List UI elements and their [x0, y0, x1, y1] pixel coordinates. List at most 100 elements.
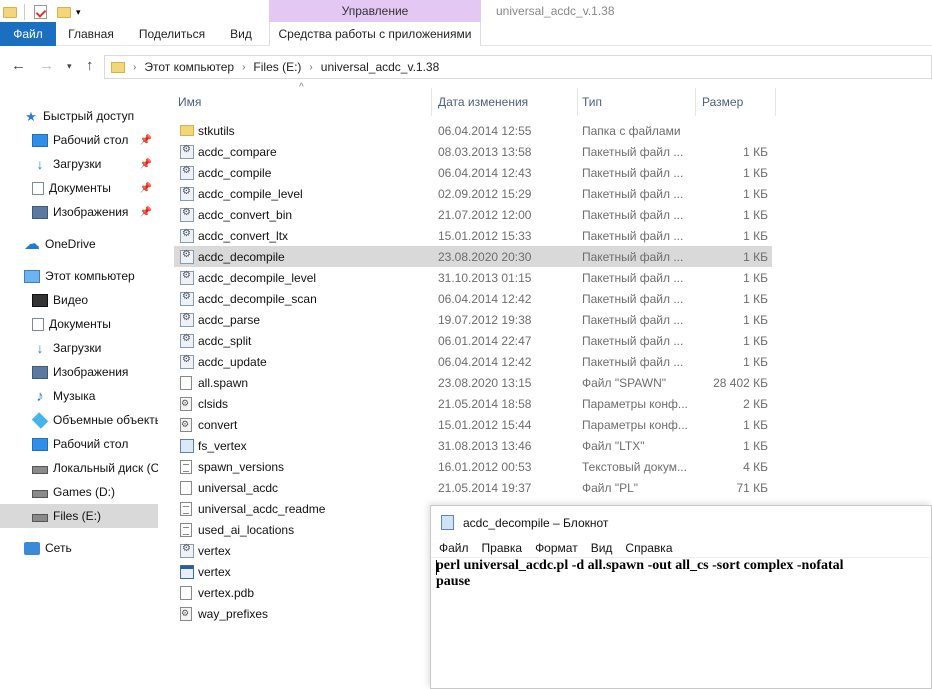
notepad-title: acdc_decompile – Блокнот	[463, 515, 609, 530]
sidebar-item-quick-access[interactable]: ★ Быстрый доступ	[0, 104, 158, 128]
sidebar-item-pictures[interactable]: Изображения	[0, 360, 158, 384]
customize-quick-access-icon[interactable]: ▾	[76, 3, 81, 21]
column-header-type[interactable]: Тип	[578, 88, 696, 116]
tab-home[interactable]: Главная	[60, 22, 122, 46]
sidebar-item-desktop[interactable]: Рабочий стол	[0, 432, 158, 456]
file-row[interactable]: acdc_split 06.01.2014 22:47 Пакетный файл …	[174, 330, 772, 351]
file-row[interactable]: clsids 21.05.2014 18:58 Параметры конф... 2…	[174, 393, 772, 414]
file-type: Пакетный файл ...	[582, 291, 684, 306]
file-row[interactable]: acdc_compare 08.03.2013 13:58 Пакетный фай…	[174, 141, 772, 162]
quick-access-folder-icon[interactable]	[3, 3, 17, 21]
sidebar-item-label: Музыка	[53, 389, 96, 403]
breadcrumb-chevron-icon[interactable]: ›	[309, 62, 312, 73]
file-row[interactable]: acdc_decompile_level 31.10.2013 01:15 Паке…	[174, 267, 772, 288]
menu-view[interactable]: Вид	[591, 541, 613, 555]
folder-icon	[180, 125, 194, 136]
file-row[interactable]: stkutils 06.04.2014 12:55 Папка с файлами	[174, 120, 772, 141]
breadcrumb-chevron-icon[interactable]: ›	[242, 62, 245, 73]
file-row[interactable]: spawn_versions 16.01.2012 00:53 Текстовый …	[174, 456, 772, 477]
breadcrumb-current-folder[interactable]: universal_acdc_v.1.38	[321, 60, 440, 74]
sidebar-item-drive-c[interactable]: Локальный диск (C:)	[0, 456, 158, 480]
sidebar-item-3d-objects[interactable]: Объемные объекты	[0, 408, 158, 432]
tab-application-tools[interactable]: Средства работы с приложениями	[269, 22, 481, 46]
file-row[interactable]: fs_vertex 31.08.2013 13:46 Файл "LTX" 1 КБ	[174, 435, 772, 456]
sidebar-item-label: Рабочий стол	[53, 133, 129, 147]
menu-format[interactable]: Формат	[535, 541, 578, 555]
sidebar-item-videos[interactable]: Видео	[0, 288, 158, 312]
sidebar-item-label: Этот компьютер	[45, 269, 135, 283]
file-size: 1 КБ	[743, 438, 768, 453]
file-name: acdc_compile	[198, 165, 272, 180]
tab-share[interactable]: Поделиться	[130, 22, 214, 46]
file-name: used_ai_locations	[198, 522, 295, 537]
file-date: 16.01.2012 00:53	[438, 459, 532, 474]
file-row[interactable]: convert 15.01.2012 15:44 Параметры конф...…	[174, 414, 772, 435]
file-name: acdc_convert_bin	[198, 207, 293, 222]
column-header-name[interactable]: Имя	[174, 88, 432, 116]
sidebar-item-music[interactable]: ♪ Музыка	[0, 384, 158, 408]
sidebar-item-drive-e[interactable]: Files (E:)	[0, 504, 158, 528]
menu-file[interactable]: Файл	[439, 541, 469, 555]
file-row[interactable]: acdc_compile_level 02.09.2012 15:29 Пакетн…	[174, 183, 772, 204]
sidebar-item-documents[interactable]: Документы 📌	[0, 176, 158, 200]
recent-locations-chevron-icon[interactable]: ▾	[67, 61, 72, 72]
file-date: 21.05.2014 19:37	[438, 480, 532, 495]
file-size: 1 КБ	[743, 144, 768, 159]
sidebar-item-downloads[interactable]: ↓ Загрузки 📌	[0, 152, 158, 176]
file-name: acdc_decompile	[198, 249, 285, 264]
file-row[interactable]: acdc_convert_bin 21.07.2012 12:00 Пакетный…	[174, 204, 772, 225]
file-type: Пакетный файл ...	[582, 354, 684, 369]
context-tab-manage[interactable]: Управление	[269, 0, 481, 22]
file-date: 06.04.2014 12:43	[438, 165, 532, 180]
sidebar-item-network[interactable]: Сеть	[0, 536, 158, 560]
file-row[interactable]: acdc_decompile_scan 06.04.2014 12:42 Пакет…	[174, 288, 772, 309]
star-icon: ★	[25, 108, 37, 124]
file-row[interactable]: all.spawn 23.08.2020 13:15 Файл "SPAWN" 28 …	[174, 372, 772, 393]
sidebar-item-onedrive[interactable]: ☁ OneDrive	[0, 232, 158, 256]
notepad-window[interactable]: acdc_decompile – Блокнот Файл Правка Фор…	[430, 505, 932, 689]
sidebar-item-documents[interactable]: Документы	[0, 312, 158, 336]
batch-file-icon	[180, 270, 194, 285]
notepad-menu-bar: Файл Правка Формат Вид Справка	[431, 539, 931, 558]
sidebar-item-desktop[interactable]: Рабочий стол 📌	[0, 128, 158, 152]
file-row[interactable]: acdc_parse 19.07.2012 19:38 Пакетный файл …	[174, 309, 772, 330]
tab-file[interactable]: Файл	[0, 22, 56, 46]
back-arrow-icon[interactable]: ←	[11, 57, 26, 74]
notepad-title-bar[interactable]: acdc_decompile – Блокнот	[431, 506, 931, 539]
file-row[interactable]: universal_acdc 21.05.2014 19:37 Файл "PL" 7…	[174, 477, 772, 498]
forward-arrow-icon[interactable]: →	[39, 57, 54, 74]
file-name: all.spawn	[198, 375, 249, 390]
sidebar-item-pictures[interactable]: Изображения 📌	[0, 200, 158, 224]
pin-icon: 📌	[139, 182, 152, 194]
breadcrumb-chevron-icon[interactable]: ›	[133, 62, 136, 73]
properties-icon[interactable]	[34, 3, 47, 21]
batch-file-icon	[180, 543, 194, 558]
file-size: 1 КБ	[743, 165, 768, 180]
menu-edit[interactable]: Правка	[482, 541, 523, 555]
sidebar-item-drive-d[interactable]: Games (D:)	[0, 480, 158, 504]
address-bar[interactable]: › Этот компьютер › Files (E:) › universa…	[104, 55, 932, 79]
column-header-date[interactable]: Дата изменения	[434, 88, 578, 116]
sidebar-item-label: Загрузки	[53, 157, 102, 171]
tab-view[interactable]: Вид	[222, 22, 260, 46]
pin-icon: 📌	[139, 158, 152, 170]
video-icon	[32, 293, 48, 307]
up-arrow-icon[interactable]: ↑	[86, 57, 94, 74]
notepad-text-area[interactable]: perl universal_acdc.pl -d all.spawn -out…	[436, 558, 844, 590]
breadcrumb-this-pc[interactable]: Этот компьютер	[144, 60, 234, 74]
file-icon	[180, 586, 192, 600]
file-type: Пакетный файл ...	[582, 144, 684, 159]
sidebar-item-downloads[interactable]: ↓ Загрузки	[0, 336, 158, 360]
breadcrumb-drive-e[interactable]: Files (E:)	[253, 60, 301, 74]
column-header-size[interactable]: Размер	[698, 88, 776, 116]
menu-help[interactable]: Справка	[625, 541, 672, 555]
sidebar-item-this-pc[interactable]: Этот компьютер	[0, 264, 158, 288]
file-type: Файл "SPAWN"	[582, 375, 667, 390]
file-name: fs_vertex	[198, 438, 247, 453]
file-row[interactable]: acdc_update 06.04.2014 12:42 Пакетный файл…	[174, 351, 772, 372]
file-size: 2 КБ	[743, 396, 768, 411]
file-row[interactable]: acdc_compile 06.04.2014 12:43 Пакетный фай…	[174, 162, 772, 183]
file-row[interactable]: acdc_convert_ltx 15.01.2012 15:33 Пакетный…	[174, 225, 772, 246]
new-folder-icon[interactable]	[57, 3, 71, 21]
file-row[interactable]: acdc_decompile 23.08.2020 20:30 Пакетный ф…	[174, 246, 772, 267]
